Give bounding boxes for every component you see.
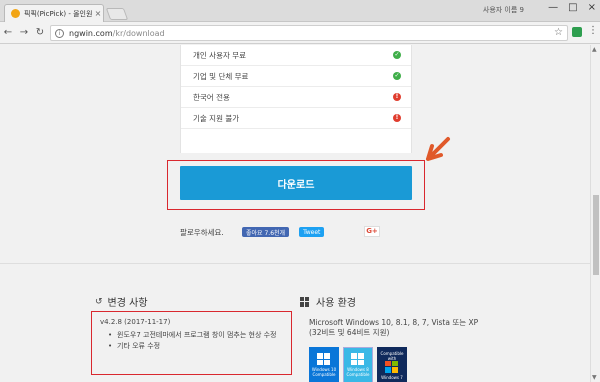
bookmark-star-icon[interactable]: ☆ <box>554 27 563 38</box>
windows-logo-icon <box>351 353 365 365</box>
tab-title: 픽픽(PicPick) - 올인원 그 <box>24 9 93 18</box>
scroll-up-icon[interactable]: ▲ <box>592 46 597 53</box>
close-window-button[interactable]: × <box>588 2 596 13</box>
version-label: v4.2.8 (2017-11-17) <box>100 318 171 326</box>
vertical-scrollbar[interactable]: ▲ ▼ <box>590 45 600 382</box>
change-item: 윈도우7 고전테마에서 프로그램 창이 멈추는 현상 수정 <box>108 331 288 340</box>
address-bar[interactable]: i ngwin.com/kr/download ☆ <box>50 25 568 41</box>
follow-label: 팔로우하세요. <box>180 227 224 237</box>
url-domain: ngwin.com <box>69 28 113 38</box>
feature-row: 기술 지원 불가 ! <box>181 108 411 129</box>
badge-name: Windows 7 <box>381 374 403 380</box>
feature-label: 기업 및 단체 무료 <box>193 71 249 81</box>
minimize-button[interactable]: — <box>548 2 558 13</box>
feature-label: 한국어 전용 <box>193 92 230 102</box>
picpick-favicon-icon <box>11 9 20 18</box>
check-icon: ✓ <box>393 72 401 80</box>
back-icon[interactable]: ← <box>0 27 16 38</box>
menu-icon[interactable]: ⋮ <box>588 25 598 36</box>
maximize-button[interactable]: □ <box>568 2 577 13</box>
google-plus-button[interactable]: G+ <box>364 226 380 237</box>
feature-row: 개인 사용자 무료 ✓ <box>181 45 411 66</box>
environment-title: 사용 환경 <box>316 298 356 309</box>
change-item: 기타 오류 수정 <box>108 342 288 351</box>
new-tab-button[interactable] <box>105 8 129 20</box>
windows-icon <box>300 296 310 307</box>
feature-row: 한국어 전용 ! <box>181 87 411 108</box>
download-button[interactable]: 다운로드 <box>180 166 412 200</box>
feature-table: 개인 사용자 무료 ✓ 기업 및 단체 무료 ✓ 한국어 전용 ! 기술 지원 … <box>180 45 412 153</box>
scroll-thumb[interactable] <box>593 195 599 275</box>
badge-sub: Compatible <box>346 372 370 377</box>
badge-sub: Compatible with <box>380 350 404 361</box>
windows-10-badge: Windows 10 Compatible <box>309 347 339 382</box>
browser-tab[interactable]: 픽픽(PicPick) - 올인원 그 × <box>4 4 104 22</box>
scroll-down-icon[interactable]: ▼ <box>592 374 597 381</box>
history-icon: ↺ <box>95 296 103 307</box>
url-path: /kr/download <box>112 28 165 38</box>
environment-text: Microsoft Windows 10, 8.1, 8, 7, Vista 또… <box>309 318 479 337</box>
check-icon: ✓ <box>393 51 401 59</box>
reload-icon[interactable]: ↻ <box>32 27 48 38</box>
pointer-arrow-icon <box>426 137 450 161</box>
feature-label: 기술 지원 불가 <box>193 113 240 123</box>
tab-close-icon[interactable]: × <box>93 9 103 18</box>
exclamation-icon: ! <box>393 114 401 122</box>
windows-logo-icon <box>385 360 399 373</box>
facebook-like-button[interactable]: 좋아요 7.6천개 <box>242 227 290 237</box>
badge-sub: Compatible <box>312 372 336 377</box>
windows-logo-icon <box>317 353 331 365</box>
forward-icon[interactable]: → <box>16 27 32 38</box>
page-viewport: 개인 사용자 무료 ✓ 기업 및 단체 무료 ✓ 한국어 전용 ! 기술 지원 … <box>0 45 590 382</box>
browser-toolbar: ← → ↻ i ngwin.com/kr/download ☆ ⋮ <box>0 22 600 44</box>
share-row: 팔로우하세요. 좋아요 7.6천개 Tweet G+ <box>180 225 412 239</box>
section-divider <box>0 263 590 264</box>
url-text[interactable]: ngwin.com/kr/download <box>69 29 165 38</box>
environment-heading: 사용 환경 <box>300 294 356 309</box>
extension-icon[interactable] <box>572 27 582 37</box>
site-info-icon[interactable]: i <box>55 28 64 38</box>
windows-8-badge: Windows 8 Compatible <box>343 347 373 382</box>
browser-titlebar: 픽픽(PicPick) - 올인원 그 × 사용자 이름 9 — □ × <box>0 0 600 22</box>
feature-label: 개인 사용자 무료 <box>193 50 247 60</box>
changes-heading: ↺ 변경 사항 <box>95 294 148 310</box>
exclamation-icon: ! <box>393 93 401 101</box>
profile-name[interactable]: 사용자 이름 9 <box>483 5 524 15</box>
tweet-button[interactable]: Tweet <box>299 227 325 237</box>
windows-7-badge: Compatible with Windows 7 <box>377 347 407 382</box>
changes-title: 변경 사항 <box>107 298 148 309</box>
feature-row: 기업 및 단체 무료 ✓ <box>181 66 411 87</box>
window-controls: — □ × <box>548 2 596 13</box>
changes-list: 윈도우7 고전테마에서 프로그램 창이 멈추는 현상 수정 기타 오류 수정 <box>108 331 288 353</box>
